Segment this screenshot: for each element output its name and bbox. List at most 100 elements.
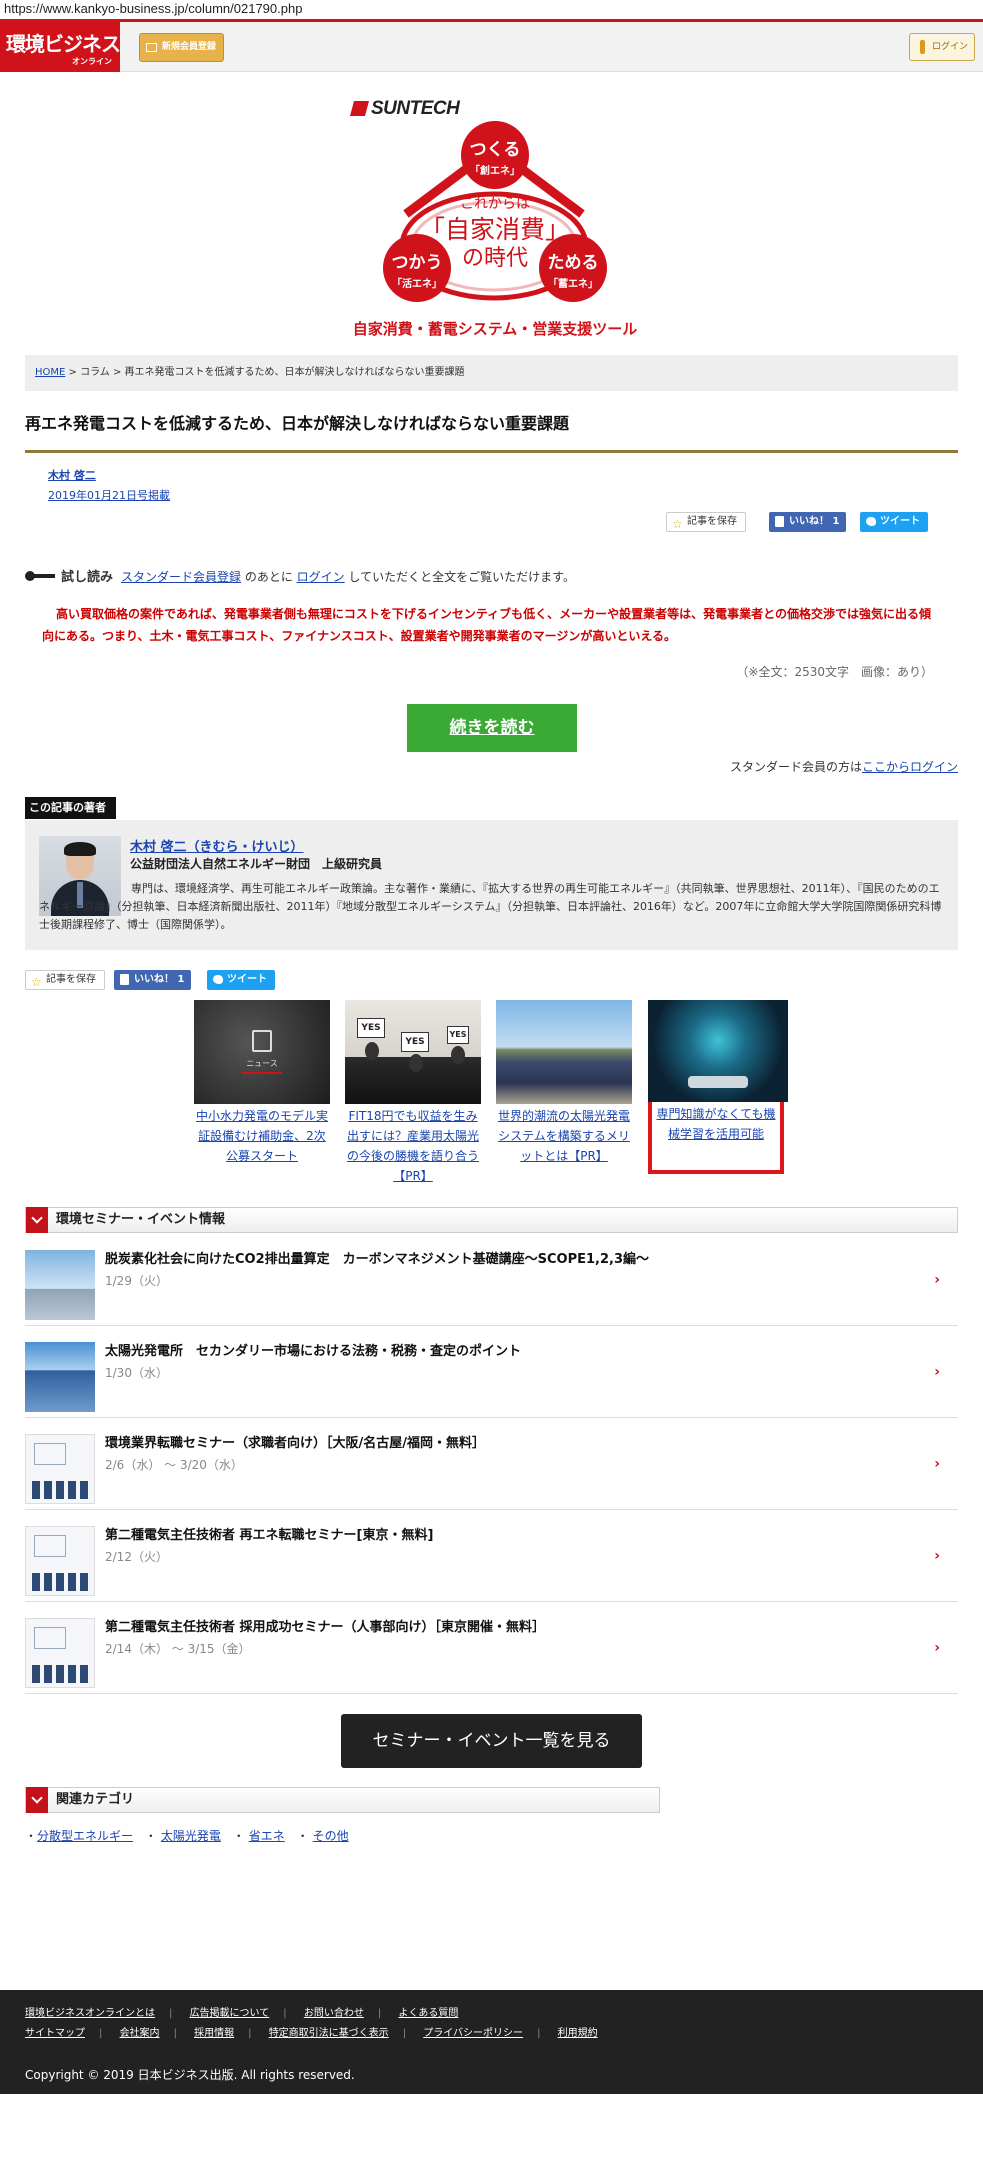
tweet-button[interactable]: ツイート — [860, 512, 928, 532]
seminar-section-heading: 環境セミナー・イベント情報 — [25, 1207, 958, 1233]
footer-link[interactable]: プライバシーポリシー — [423, 2028, 523, 2039]
author-link[interactable]: 木村 啓二 — [48, 467, 96, 483]
mail-icon — [146, 43, 157, 52]
screen-shape — [34, 1443, 66, 1465]
like-button[interactable]: いいね！ 1 — [114, 970, 192, 990]
suntech-banner[interactable]: SUNTECH つくる 「創エネ」 つかう 「活エネ」 ためる 「蓄エネ」 これ… — [345, 96, 645, 340]
chevron-right-icon[interactable]: › — [934, 1272, 940, 1288]
footer-link[interactable]: 会社案内 — [120, 2028, 160, 2039]
register-button[interactable]: 新規会員登録 — [139, 33, 224, 62]
news-image-label: ニュース — [246, 1059, 278, 1068]
footer-link[interactable]: 環境ビジネスオンラインとは — [25, 2008, 155, 2019]
footer-link[interactable]: 採用情報 — [194, 2028, 234, 2039]
footer-link[interactable]: よくある質問 — [398, 2008, 458, 2019]
related-article-link[interactable]: FIT18円でも収益を生み出すには？産業用太陽光の今後の勝機を語り合う【PR】 — [345, 1106, 481, 1186]
bullet: ・ — [296, 1829, 309, 1843]
trial-read-notice: 試し読み スタンダード会員登録 のあとに ログイン していただくと全文をご覧いただ… — [25, 566, 575, 585]
related-article-link[interactable]: 専門知識がなくても機械学習を活用可能 — [652, 1104, 780, 1144]
thumbs-up-icon — [775, 516, 784, 527]
suntech-logo: SUNTECH — [349, 98, 460, 120]
footer-sep: | — [283, 2008, 287, 2019]
tweet-button[interactable]: ツイート — [207, 970, 275, 990]
logo-sub: オンライン — [72, 57, 112, 66]
chevron-right-icon[interactable]: › — [934, 1456, 940, 1472]
save-label: 記事を保存 — [46, 974, 96, 985]
footer-sep: | — [402, 2028, 407, 2039]
login-label: ログイン — [932, 42, 969, 52]
category-link[interactable]: 省エネ — [249, 1829, 285, 1843]
seminar-title[interactable]: 環境業界転職セミナー（求職者向け）［大阪/名古屋/福岡・無料］ — [105, 1432, 485, 1451]
category-link[interactable]: 太陽光発電 — [161, 1829, 221, 1843]
twitter-bird-icon — [213, 975, 223, 984]
footer-link[interactable]: 広告掲載について — [190, 2008, 270, 2019]
category-link[interactable]: 分散型エネルギー — [37, 1829, 133, 1843]
key-icon — [25, 571, 55, 581]
like-button[interactable]: いいね！ 1 — [769, 512, 847, 532]
breadcrumb-home[interactable]: HOME — [35, 367, 65, 378]
footer-link[interactable]: 特定商取引法に基づく表示 — [269, 2028, 389, 2039]
register-label: 新規会員登録 — [162, 42, 217, 52]
circle-create-main: つくる — [469, 140, 521, 160]
site-logo[interactable]: 環境ビジネス オンライン — [0, 22, 121, 72]
seminar-item[interactable]: 第二種電気主任技術者 採用成功セミナー（人事部向け）［東京開催・無料］ 2/14… — [25, 1602, 958, 1694]
issue-date-link[interactable]: 2019年01月21日号掲載 — [48, 487, 170, 503]
news-icon — [252, 1030, 272, 1052]
brand-name: SUNTECH — [371, 98, 460, 119]
seminar-title[interactable]: 太陽光発電所 セカンダリー市場における法務・税務・査定のポイント — [105, 1340, 521, 1359]
writer-name-link[interactable]: 木村 啓二（きむら・けいじ） — [130, 836, 304, 855]
trial-login-link[interactable]: ログイン — [297, 570, 345, 584]
seminar-date: 2/14（木） ～ 3/15（金） — [105, 1642, 251, 1656]
category-link[interactable]: その他 — [313, 1829, 349, 1843]
yes-sign: YES — [447, 1026, 469, 1044]
standard-register-link[interactable]: スタンダード会員登録 — [121, 570, 241, 584]
chevron-right-icon[interactable]: › — [934, 1640, 940, 1656]
seminar-title[interactable]: 第二種電気主任技術者 再エネ転職セミナー[東京・無料] — [105, 1524, 433, 1543]
related-article-link[interactable]: 世界的潮流の太陽光発電システムを構築するメリットとは【PR】 — [496, 1106, 632, 1166]
trial-text: のあとに — [241, 570, 297, 584]
breadcrumb-column[interactable]: コラム — [80, 367, 110, 378]
save-article-button[interactable]: ☆ 記事を保存 — [666, 512, 746, 532]
panel-discussion-photo: YES YES YES — [345, 1000, 481, 1104]
footer-sep: | — [173, 2028, 177, 2039]
footer-sep: | — [169, 2008, 173, 2019]
trial-text: していただくと全文をご覧いただけます。 — [344, 570, 575, 584]
seminar-item[interactable]: 第二種電気主任技術者 再エネ転職セミナー[東京・無料] 2/12（火） › — [25, 1510, 958, 1602]
writer-bio: 専門は、環境経済学、再生可能エネルギー政策論。主な著作・業績に、『拡大する世界の… — [39, 882, 942, 931]
seminar-item[interactable]: 太陽光発電所 セカンダリー市場における法務・税務・査定のポイント 1/30（水）… — [25, 1326, 958, 1418]
copyright: Copyright © 2019 日本ビジネス出版. All rights re… — [25, 2068, 355, 2082]
yes-sign: YES — [357, 1018, 385, 1038]
related-article[interactable]: YES YES YES FIT18円でも収益を生み出すには？産業用太陽光の今後の… — [345, 1000, 481, 1186]
related-article-link[interactable]: 中小水力発電のモデル実証設備むけ補助金、2次公募スタート — [194, 1106, 330, 1166]
std-login-link[interactable]: ここからログイン — [862, 760, 958, 774]
seminar-title[interactable]: 第二種電気主任技術者 採用成功セミナー（人事部向け）［東京開催・無料］ — [105, 1616, 545, 1635]
read-more-button[interactable]: 続きを読む — [407, 704, 577, 752]
save-article-button[interactable]: ☆ 記事を保存 — [25, 970, 105, 990]
chevron-right-icon[interactable]: › — [934, 1364, 940, 1380]
save-label: 記事を保存 — [687, 516, 737, 527]
footer-link[interactable]: サイトマップ — [25, 2028, 85, 2039]
news-thumbnail: ニュース — [194, 1000, 330, 1104]
city-skyline-photo — [25, 1250, 95, 1320]
category-list: ・分散型エネルギー ・太陽光発電 ・省エネ ・その他 — [25, 1827, 349, 1844]
tweet-label: ツイート — [880, 516, 920, 527]
ai-brain-photo — [648, 1000, 788, 1102]
person-silhouette — [365, 1042, 379, 1060]
related-article[interactable]: ニュース 中小水力発電のモデル実証設備むけ補助金、2次公募スタート — [194, 1000, 330, 1166]
breadcrumb-sep: > — [65, 367, 81, 378]
related-article[interactable]: 世界的潮流の太陽光発電システムを構築するメリットとは【PR】 — [496, 1000, 632, 1166]
chevron-right-icon[interactable]: › — [934, 1548, 940, 1564]
login-button[interactable]: ログイン — [909, 33, 975, 61]
seminar-item[interactable]: 環境業界転職セミナー（求職者向け）［大阪/名古屋/福岡・無料］ 2/6（水） ～… — [25, 1418, 958, 1510]
address-bar[interactable]: https://www.kankyo-business.jp/column/02… — [0, 0, 983, 22]
seminar-item[interactable]: 脱炭素化社会に向けたCO2排出量算定 カーボンマネジメント基礎講座～SCOPE1… — [25, 1234, 958, 1326]
like-label: いいね！ 1 — [134, 974, 185, 985]
seminar-title[interactable]: 脱炭素化社会に向けたCO2排出量算定 カーボンマネジメント基礎講座～SCOPE1… — [105, 1248, 649, 1267]
footer-links-row1: 環境ビジネスオンラインとは | 広告掲載について | お問い合わせ | よくある質問 — [25, 2004, 458, 2019]
footer-sep: | — [537, 2028, 541, 2039]
footer-link[interactable]: お問い合わせ — [304, 2008, 364, 2019]
footer-link[interactable]: 利用規約 — [558, 2028, 598, 2039]
seminar-list-button[interactable]: セミナー・イベント一覧を見る — [341, 1714, 642, 1768]
footer-sep: | — [248, 2028, 252, 2039]
related-article-highlighted[interactable]: 専門知識がなくても機械学習を活用可能 — [648, 1000, 788, 1174]
presentation-illustration — [25, 1434, 95, 1504]
